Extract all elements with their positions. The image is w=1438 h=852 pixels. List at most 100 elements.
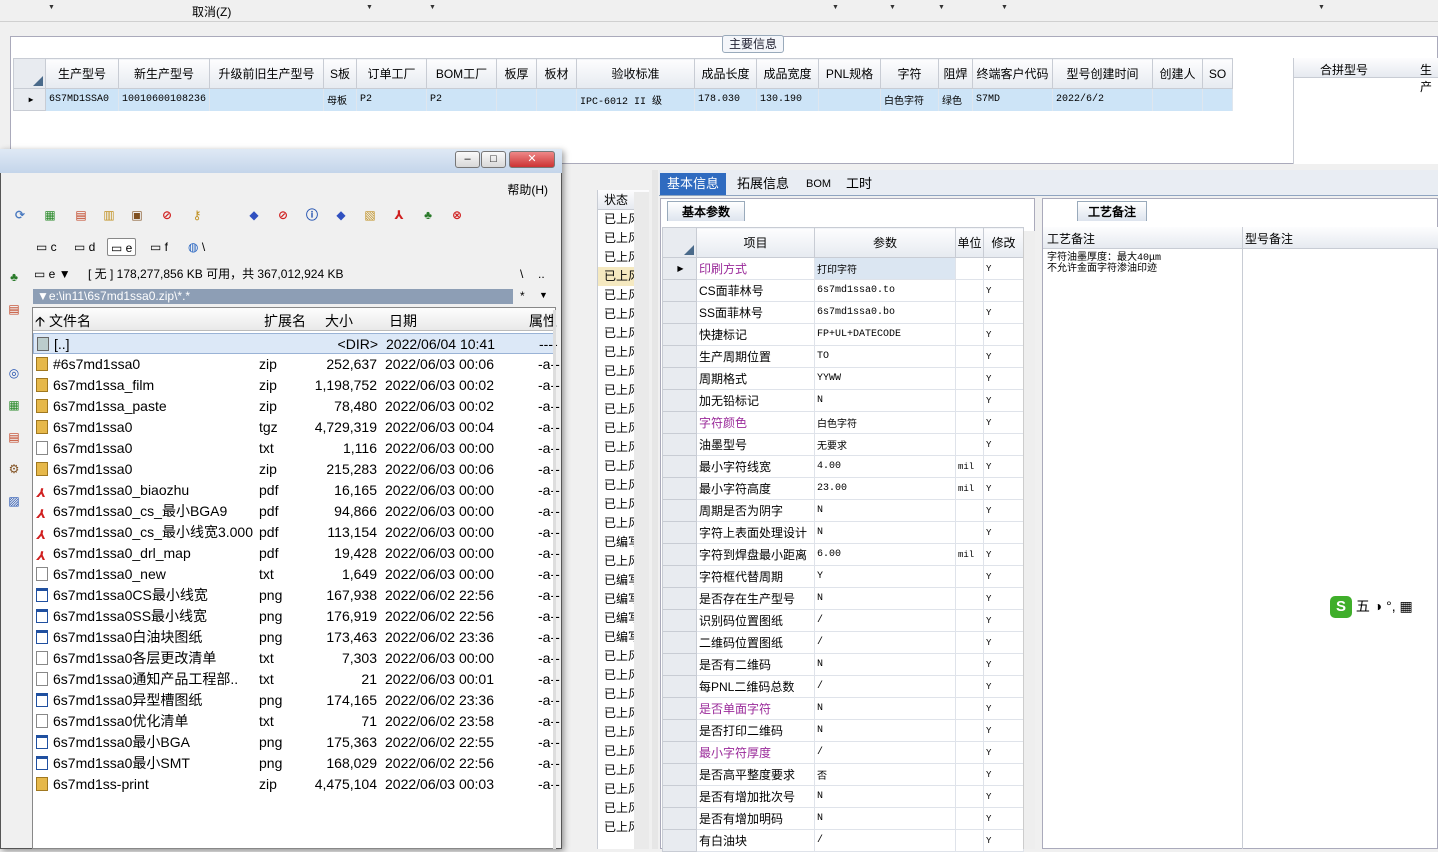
- cancel-circle-icon[interactable]: ⊗: [449, 207, 465, 223]
- key-icon[interactable]: ⚷: [189, 207, 205, 223]
- param-modify[interactable]: Y: [983, 389, 1024, 412]
- param-value[interactable]: N: [814, 587, 956, 610]
- param-unit[interactable]: [955, 323, 984, 346]
- file-row[interactable]: 6s7md1ssa0最小SMT png 168,029 2022/06/02 22:5…: [33, 753, 560, 774]
- drive-select[interactable]: ▭ e ▼: [34, 264, 71, 284]
- param-value[interactable]: 6s7md1ssa0.to: [814, 279, 956, 302]
- param-modify[interactable]: Y: [983, 323, 1024, 346]
- param-unit[interactable]: [955, 499, 984, 522]
- file-row[interactable]: #6s7md1ssa0 zip 252,637 2022/06/03 00:06 -a-…: [33, 354, 560, 375]
- file-row[interactable]: 6s7md1ssa0_new txt 1,649 2022/06/03 00:00 -a…: [33, 564, 560, 585]
- col-header[interactable]: 成品宽度: [756, 58, 819, 89]
- production-header[interactable]: 生产: [1420, 61, 1438, 95]
- col-header[interactable]: 板材: [536, 58, 577, 89]
- param-item[interactable]: 是否有增加批次号: [696, 785, 815, 808]
- path-dropdown-icon[interactable]: ▼: [539, 290, 548, 300]
- file-row[interactable]: ⅄ 6s7md1ssa0_biaozhu pdf 16,165 2022/06/03 0…: [33, 480, 560, 501]
- param-modify[interactable]: Y: [983, 609, 1024, 632]
- param-modify[interactable]: Y: [983, 741, 1024, 764]
- col-header[interactable]: SO: [1202, 58, 1233, 89]
- param-value[interactable]: 无要求: [814, 433, 956, 456]
- param-modify[interactable]: Y: [983, 411, 1024, 434]
- param-value[interactable]: N: [814, 785, 956, 808]
- table-row[interactable]: 是否高平整度要求否 Y: [662, 763, 1024, 786]
- param-item[interactable]: 最小字符高度: [696, 477, 815, 500]
- dropdown-arrow-icon[interactable]: ▼: [938, 4, 945, 11]
- dropdown-arrow-icon[interactable]: ▼: [366, 4, 373, 11]
- param-modify[interactable]: Y: [983, 455, 1024, 478]
- param-item[interactable]: 印刷方式: [696, 257, 815, 280]
- param-value[interactable]: /: [814, 609, 956, 632]
- param-value[interactable]: /: [814, 829, 956, 852]
- col-header[interactable]: S板: [323, 58, 357, 89]
- menu-help[interactable]: 帮助(H): [507, 181, 548, 198]
- dropdown-arrow-icon[interactable]: ▼: [1001, 4, 1008, 11]
- table-row[interactable]: 二维码位置图纸 / Y: [662, 631, 1024, 654]
- param-item[interactable]: 生产周期位置: [696, 345, 815, 368]
- table-cell[interactable]: 10010600108236: [118, 88, 210, 111]
- param-value[interactable]: FP+UL+DATECODE: [814, 323, 956, 346]
- param-item[interactable]: SS面菲林号: [696, 301, 815, 324]
- col-filename[interactable]: 文件名: [49, 311, 91, 331]
- file-row[interactable]: 6s7md1ssa0通知产品工程部.. txt 21 2022/06/03 00:01…: [33, 669, 560, 690]
- dropdown-arrow-icon[interactable]: ▼: [429, 4, 436, 11]
- param-item[interactable]: 字符框代替周期: [696, 565, 815, 588]
- table-row[interactable]: 是否有二维码 N Y: [662, 653, 1024, 676]
- dropdown-arrow-icon[interactable]: ▼: [48, 4, 55, 11]
- param-modify[interactable]: Y: [983, 697, 1024, 720]
- param-item[interactable]: 油墨型号: [696, 433, 815, 456]
- param-unit[interactable]: [955, 345, 984, 368]
- dropdown-arrow-icon[interactable]: ▼: [1318, 4, 1325, 11]
- params-scrollbar[interactable]: [1023, 231, 1035, 849]
- col-header[interactable]: 字符: [880, 58, 939, 89]
- param-modify[interactable]: Y: [983, 829, 1024, 852]
- col-unit[interactable]: 单位: [955, 227, 984, 258]
- file-row[interactable]: 6s7md1ssa0最小BGA png 175,363 2022/06/02 22:5…: [33, 732, 560, 753]
- col-header[interactable]: 升级前旧生产型号: [209, 58, 324, 89]
- param-modify[interactable]: Y: [983, 719, 1024, 742]
- table-row[interactable]: 最小字符高度 23.00 mil Y: [662, 477, 1024, 500]
- table-row[interactable]: 是否单面字符 N Y: [662, 697, 1024, 720]
- properties-icon[interactable]: ▧: [362, 207, 378, 223]
- table-row[interactable]: 字符颜色 白色字符 Y: [662, 411, 1024, 434]
- param-item[interactable]: 最小字符厚度: [696, 741, 815, 764]
- param-modify[interactable]: Y: [983, 301, 1024, 324]
- drive-f-button[interactable]: ▭ f: [147, 238, 171, 256]
- tab-basic-params[interactable]: 基本参数: [667, 201, 746, 221]
- dropdown-arrow-icon[interactable]: ▼: [889, 4, 896, 11]
- param-unit[interactable]: [955, 257, 984, 280]
- param-item[interactable]: 字符到焊盘最小距离: [696, 543, 815, 566]
- col-modify[interactable]: 修改: [983, 227, 1024, 258]
- param-unit[interactable]: [955, 367, 984, 390]
- param-value[interactable]: 23.00: [814, 477, 956, 500]
- param-unit[interactable]: [955, 807, 984, 830]
- col-header[interactable]: 订单工厂: [356, 58, 427, 89]
- network-drive-button[interactable]: ◍ \: [185, 238, 208, 256]
- tab-process-notes[interactable]: 工艺备注: [1077, 201, 1148, 221]
- col-header[interactable]: 型号创建时间: [1052, 58, 1153, 89]
- col-header[interactable]: 验收标准: [576, 58, 695, 89]
- tools-icon[interactable]: ⚙: [6, 462, 22, 478]
- sync-icon[interactable]: ◎: [6, 366, 22, 382]
- param-item[interactable]: 字符上表面处理设计: [696, 521, 815, 544]
- drive-e-button[interactable]: ▭ e: [107, 238, 137, 256]
- param-unit[interactable]: [955, 785, 984, 808]
- table-row[interactable]: 字符到焊盘最小距离 6.00 mil Y: [662, 543, 1024, 566]
- param-item[interactable]: 是否有增加明码: [696, 807, 815, 830]
- table-row[interactable]: SS面菲林号 6s7md1ssa0.bo Y: [662, 301, 1024, 324]
- refresh-icon[interactable]: ⟳: [12, 207, 28, 223]
- param-item[interactable]: 周期格式: [696, 367, 815, 390]
- param-unit[interactable]: [955, 741, 984, 764]
- drive-d-button[interactable]: ▭ d: [71, 238, 98, 256]
- table-cell[interactable]: 178.030: [694, 88, 757, 111]
- table-cell[interactable]: [818, 88, 881, 111]
- param-unit[interactable]: [955, 279, 984, 302]
- file-row[interactable]: 6s7md1ssa0SS最小线宽 png 176,919 2022/06/02 22:…: [33, 606, 560, 627]
- file-row[interactable]: ⅄ 6s7md1ssa0_cs_最小BGA9 pdf 94,866 2022/06/03…: [33, 501, 560, 522]
- param-modify[interactable]: Y: [983, 675, 1024, 698]
- file-list-scrollbar[interactable]: [553, 310, 556, 849]
- col-header[interactable]: 阻焊: [938, 58, 973, 89]
- parent-button[interactable]: ..: [538, 264, 545, 284]
- param-unit[interactable]: [955, 631, 984, 654]
- dropdown-arrow-icon[interactable]: ▼: [832, 4, 839, 11]
